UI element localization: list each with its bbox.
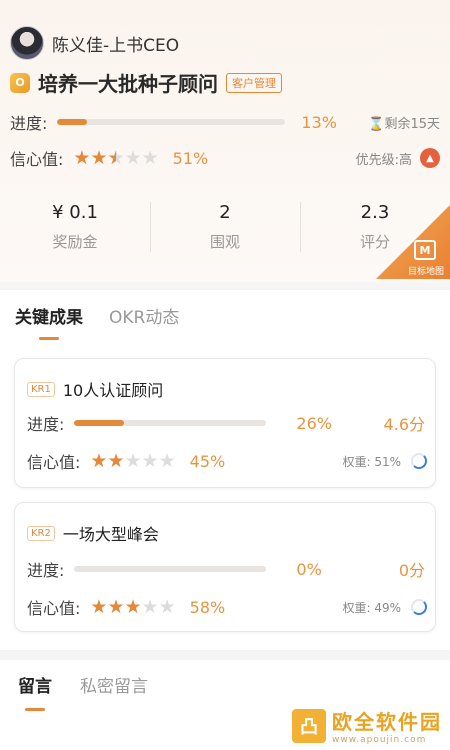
- key-results-section: 关键成果 OKR动态 KR1 10人认证顾问 进度: 26% 4.6分 信心值:…: [0, 290, 450, 650]
- kr1-progress-ring-icon: [411, 453, 427, 469]
- map-icon[interactable]: M: [414, 240, 436, 260]
- kr2-confidence-stars[interactable]: ★ ★ ★ ★ ★: [90, 597, 176, 617]
- watermark: 凸 欧全软件园 www.apoujin.com: [292, 706, 442, 745]
- watermark-text: 欧全软件园: [332, 710, 442, 734]
- priority-label: 优先级:高: [355, 152, 412, 168]
- kr1-progress-bar: [74, 420, 267, 426]
- star-icon[interactable]: ★: [159, 597, 176, 617]
- stats-row: ¥ 0.1 奖励金 2 围观 2.3 评分: [0, 198, 450, 258]
- objective-progress-value: 13%: [301, 112, 337, 132]
- confidence-stars[interactable]: ★ ★ ★ ★ ★: [73, 148, 159, 168]
- star-icon[interactable]: ★: [107, 451, 124, 471]
- tab-key-results[interactable]: 关键成果: [15, 303, 83, 340]
- kr2-progress-label: 进度:: [27, 561, 65, 580]
- stat-watchers-label: 围观: [209, 233, 240, 251]
- stat-watchers[interactable]: 2 围观: [150, 198, 300, 258]
- kr1-progress-value: 26%: [296, 413, 332, 433]
- kr1-confidence-row: 信心值: ★ ★ ★ ★ ★ 45% 权重: 51%: [27, 449, 427, 473]
- kr1-confidence-stars[interactable]: ★ ★ ★ ★ ★: [90, 451, 176, 471]
- owner-row[interactable]: 陈义佳-上书CEO: [10, 26, 179, 60]
- goal-map-label[interactable]: 目标地图: [408, 264, 444, 277]
- objective-header: 陈义佳-上书CEO O 培养一大批种子顾问 客户管理 进度: 13% ⌛剩余15…: [0, 0, 450, 282]
- star-icon[interactable]: ★: [90, 451, 107, 471]
- objective-progress-row: 进度: 13% ⌛剩余15天: [10, 110, 440, 134]
- progress-label: 进度:: [10, 114, 48, 133]
- kr1-confidence-label: 信心值:: [27, 453, 81, 472]
- kr2-confidence-row: 信心值: ★ ★ ★ ★ ★ 58% 权重: 49%: [27, 595, 427, 619]
- kr2-weight: 权重: 49%: [342, 600, 401, 615]
- tab-okr-updates[interactable]: OKR动态: [109, 303, 179, 328]
- kr2-title: 一场大型峰会: [62, 525, 159, 544]
- remaining-days: ⌛剩余15天: [368, 116, 440, 132]
- star-icon[interactable]: ★: [73, 148, 90, 168]
- objective-progress-bar: [57, 119, 286, 125]
- key-result-card-2[interactable]: KR2 一场大型峰会 进度: 0% 0分 信心值: ★ ★ ★ ★ ★ 58% 权重: …: [14, 502, 436, 632]
- kr1-title: 10人认证顾问: [62, 381, 164, 400]
- tab-comments[interactable]: 留言: [18, 672, 52, 711]
- kr1-score: 4.6分: [383, 415, 425, 434]
- stat-rating-value: 2.3: [360, 202, 390, 223]
- priority-high-icon: ▲: [420, 148, 440, 168]
- kr1-header: KR1 10人认证顾问: [27, 377, 163, 401]
- kr2-progress-bar: [74, 566, 267, 572]
- kr1-progress-label: 进度:: [27, 415, 65, 434]
- stat-reward[interactable]: ¥ 0.1 奖励金: [0, 198, 150, 258]
- kr1-weight: 权重: 51%: [342, 454, 401, 469]
- star-icon[interactable]: ★: [125, 148, 142, 168]
- comment-tabs: 留言 私密留言: [18, 672, 176, 711]
- kr1-confidence-value: 45%: [189, 451, 226, 471]
- objective-title-row: O 培养一大批种子顾问 客户管理: [10, 68, 282, 97]
- watermark-logo-icon: 凸: [292, 708, 326, 743]
- owner-name: 陈义佳-上书CEO: [52, 35, 180, 56]
- star-icon[interactable]: ★: [108, 148, 125, 168]
- avatar[interactable]: [10, 26, 44, 60]
- star-icon[interactable]: ★: [107, 597, 124, 617]
- kr1-progress-fill: [74, 420, 125, 426]
- objective-progress-fill: [57, 119, 88, 125]
- objective-confidence-value: 51%: [172, 148, 209, 168]
- content-tabs: 关键成果 OKR动态: [15, 290, 205, 340]
- key-result-card-1[interactable]: KR1 10人认证顾问 进度: 26% 4.6分 信心值: ★ ★ ★ ★ ★ 45% …: [14, 358, 436, 488]
- kr2-progress-row: 进度: 0% 0分: [27, 557, 425, 581]
- star-icon[interactable]: ★: [90, 597, 107, 617]
- kr2-score: 0分: [398, 561, 425, 580]
- star-icon[interactable]: ★: [142, 597, 159, 617]
- star-icon[interactable]: ★: [125, 597, 142, 617]
- kr2-progress-ring-icon: [411, 599, 427, 615]
- stat-watchers-value: 2: [219, 202, 231, 223]
- kr2-header: KR2 一场大型峰会: [27, 521, 159, 545]
- kr2-confidence-value: 58%: [189, 597, 226, 617]
- objective-icon: O: [10, 72, 30, 93]
- kr1-progress-row: 进度: 26% 4.6分: [27, 411, 425, 435]
- objective-confidence-row: 信心值: ★★★★★ 51% 优先级:高 ▲: [10, 146, 440, 170]
- watermark-url: www.apoujin.com: [332, 735, 427, 745]
- star-icon[interactable]: ★: [142, 451, 159, 471]
- tab-private-comments[interactable]: 私密留言: [80, 672, 148, 697]
- category-tag[interactable]: 客户管理: [226, 72, 282, 93]
- watermark-text-block: 欧全软件园 www.apoujin.com: [332, 706, 442, 745]
- star-icon[interactable]: ★: [142, 148, 159, 168]
- kr2-confidence-label: 信心值:: [27, 599, 81, 618]
- star-icon[interactable]: ★: [159, 451, 176, 471]
- objective-title: 培养一大批种子顾问: [38, 72, 218, 96]
- confidence-label: 信心值:: [10, 150, 64, 169]
- stat-reward-value: ¥ 0.1: [52, 202, 98, 223]
- stat-reward-label: 奖励金: [52, 233, 98, 251]
- kr2-progress-value: 0%: [296, 559, 322, 579]
- kr1-badge: KR1: [27, 381, 55, 397]
- star-icon[interactable]: ★: [125, 451, 142, 471]
- star-icon[interactable]: ★: [90, 148, 107, 168]
- kr2-badge: KR2: [27, 525, 55, 541]
